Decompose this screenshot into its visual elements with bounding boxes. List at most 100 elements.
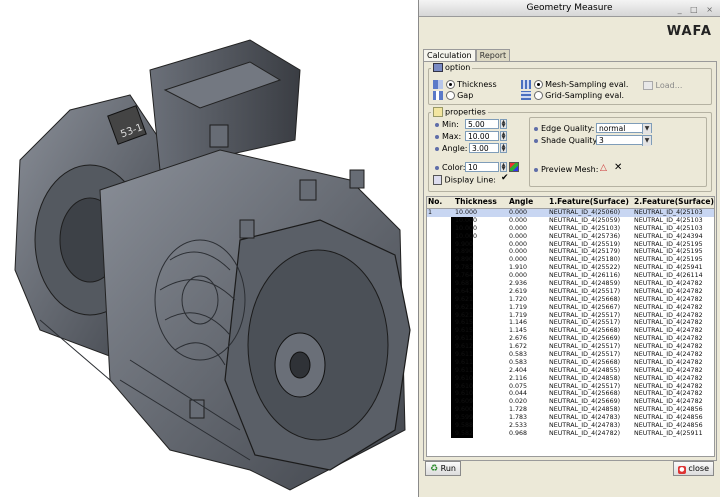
header-no[interactable]: No. bbox=[428, 197, 452, 206]
table-row[interactable]: 2 10.000 0.000 NEUTRAL_ID_4(25059) NEUTRAL_I… bbox=[427, 216, 714, 225]
max-spinner[interactable]: ▲ ▼ bbox=[500, 131, 507, 141]
cell-angle: 1.719 bbox=[509, 311, 528, 319]
table-row[interactable]: 28 9.588 2.533 NEUTRAL_ID_4(24783) NEUTRAL_I… bbox=[427, 422, 714, 430]
table-row[interactable]: 9 9.764 0.000 NEUTRAL_ID_4(26116) NEUTRAL_ID… bbox=[427, 272, 714, 281]
tab-report[interactable]: Report bbox=[475, 49, 511, 61]
chevron-down-icon[interactable]: ▼ bbox=[642, 124, 651, 134]
table-row[interactable]: 16 9.615 1.145 NEUTRAL_ID_4(25668) NEUTRAL_I… bbox=[427, 327, 714, 336]
header-feature1[interactable]: 1.Feature(Surface) bbox=[549, 197, 631, 206]
table-row[interactable]: 19 9.611 0.583 NEUTRAL_ID_4(25517) NEUTRAL_I… bbox=[427, 351, 714, 359]
edge-quality-select[interactable]: normal ▼ bbox=[596, 123, 652, 134]
thickness-option[interactable]: Thickness bbox=[433, 80, 497, 89]
cell-feature2: NEUTRAL_ID_4(24782 bbox=[634, 398, 703, 406]
cell-feature2: NEUTRAL_ID_4(24856 bbox=[634, 414, 703, 422]
header-thickness[interactable]: Thickness bbox=[455, 197, 505, 206]
angle-spinner[interactable]: ▲ ▼ bbox=[500, 143, 507, 153]
display-line-checkbox[interactable]: ✔ bbox=[501, 174, 510, 183]
cell-no: 16 bbox=[428, 327, 437, 335]
preview-mesh-icon[interactable]: △ bbox=[600, 163, 607, 173]
table-row[interactable]: 10 9.687 2.936 NEUTRAL_ID_4(24859) NEUTRAL_I… bbox=[427, 280, 714, 288]
color-spinner[interactable]: ▲ ▼ bbox=[500, 162, 507, 172]
table-row[interactable]: 26 9.600 1.728 NEUTRAL_ID_4(24858) NEUTRAL_I… bbox=[427, 406, 714, 415]
cad-viewport[interactable]: 53-1 bbox=[0, 0, 418, 497]
table-row[interactable]: 3 10.000 0.000 NEUTRAL_ID_4(25103) NEUTRAL_I… bbox=[427, 224, 714, 233]
table-row[interactable]: 22 9.610 2.116 NEUTRAL_ID_4(24858) NEUTRAL_I… bbox=[427, 374, 714, 383]
min-spinner[interactable]: ▲ ▼ bbox=[500, 119, 507, 129]
chevron-down-icon[interactable]: ▼ bbox=[642, 136, 651, 146]
header-feature2[interactable]: 2.Feature(Surface) bbox=[634, 197, 714, 206]
cell-feature1: NEUTRAL_ID_4(25517) bbox=[549, 382, 621, 390]
thickness-radio[interactable] bbox=[445, 80, 455, 89]
table-row[interactable]: 17 9.612 2.676 NEUTRAL_ID_4(25669) NEUTRAL_I… bbox=[427, 335, 714, 344]
cell-thickness: 9.612 bbox=[455, 335, 474, 343]
window-controls[interactable]: _ □ × bbox=[678, 2, 716, 18]
table-row[interactable]: 11 9.643 2.619 NEUTRAL_ID_4(25517) NEUTRAL_I… bbox=[427, 287, 714, 296]
header-angle[interactable]: Angle bbox=[509, 197, 549, 206]
cell-feature2: NEUTRAL_ID_4(25103 bbox=[634, 224, 703, 232]
cell-no: 10 bbox=[428, 280, 437, 288]
geometry-measure-dialog: Geometry Measure _ □ × WAFA Calculation R… bbox=[418, 0, 720, 497]
cell-feature1: NEUTRAL_ID_4(25517) bbox=[549, 319, 621, 327]
table-row[interactable]: 8 9.783 1.910 NEUTRAL_ID_4(25522) NEUTRAL_ID… bbox=[427, 264, 714, 273]
table-row[interactable]: 20 9.611 0.583 NEUTRAL_ID_4(25668) NEUTRAL_I… bbox=[427, 358, 714, 367]
dialog-titlebar[interactable]: Geometry Measure _ □ × bbox=[419, 0, 720, 17]
results-table[interactable]: No. Thickness Angle 1.Feature(Surface) 2… bbox=[426, 196, 715, 457]
cell-feature1: NEUTRAL_ID_4(25522) bbox=[549, 264, 621, 272]
table-row[interactable]: 21 9.611 2.404 NEUTRAL_ID_4(24855) NEUTRAL_I… bbox=[427, 366, 714, 375]
cell-no: 14 bbox=[428, 311, 437, 319]
cell-thickness: 9.615 bbox=[455, 319, 474, 327]
tab-calculation[interactable]: Calculation bbox=[423, 49, 476, 61]
run-button[interactable]: ♻ Run bbox=[425, 461, 461, 476]
table-row[interactable]: 14 9.621 1.719 NEUTRAL_ID_4(25517) NEUTRAL_I… bbox=[427, 311, 714, 320]
cell-feature1: NEUTRAL_ID_4(25519) bbox=[549, 240, 621, 248]
cell-feature1: NEUTRAL_ID_4(25517) bbox=[549, 311, 621, 319]
bullet-icon bbox=[435, 146, 439, 151]
cell-feature1: NEUTRAL_ID_4(25060) bbox=[549, 209, 621, 216]
option-title: option bbox=[431, 63, 473, 72]
properties-title: properties bbox=[431, 107, 488, 117]
cell-feature1: NEUTRAL_ID_4(25668) bbox=[549, 295, 621, 303]
gap-radio[interactable] bbox=[445, 91, 455, 100]
table-header: No. Thickness Angle 1.Feature(Surface) 2… bbox=[427, 197, 714, 209]
table-row[interactable]: 18 9.612 1.672 NEUTRAL_ID_4(25517) NEUTRAL_I… bbox=[427, 343, 714, 352]
table-row[interactable]: 23 9.610 0.075 NEUTRAL_ID_4(25517) NEUTRAL_I… bbox=[427, 382, 714, 391]
close-button[interactable]: ● close bbox=[672, 461, 714, 476]
table-row[interactable]: 5 9.900 0.000 NEUTRAL_ID_4(25519) NEUTRAL_ID… bbox=[427, 240, 714, 249]
table-row[interactable]: 6 9.890 0.000 NEUTRAL_ID_4(25179) NEUTRAL_ID… bbox=[427, 248, 714, 257]
mesh-sampling-radio[interactable] bbox=[533, 80, 543, 89]
table-row[interactable]: 1 10.000 0.000 NEUTRAL_ID_4(25060) NEUTRAL_I… bbox=[427, 209, 714, 217]
gap-option[interactable]: Gap bbox=[433, 91, 473, 100]
table-row[interactable]: 29 9.582 0.968 NEUTRAL_ID_4(24782) NEUTRAL_I… bbox=[427, 429, 714, 438]
cell-feature2: NEUTRAL_ID_4(24782 bbox=[634, 295, 703, 303]
cell-feature1: NEUTRAL_ID_4(24858) bbox=[549, 406, 621, 414]
cell-feature1: NEUTRAL_ID_4(25103) bbox=[549, 224, 621, 232]
color-input[interactable]: 10 bbox=[465, 162, 499, 172]
angle-label: Angle: bbox=[435, 144, 467, 153]
cell-feature2: NEUTRAL_ID_4(24782 bbox=[634, 351, 703, 359]
cell-angle: 1.145 bbox=[509, 327, 528, 335]
color-palette-icon[interactable] bbox=[509, 162, 519, 172]
min-input[interactable]: 5.00 bbox=[465, 119, 499, 129]
cell-angle: 0.968 bbox=[509, 429, 528, 437]
table-row[interactable]: 27 9.599 1.783 NEUTRAL_ID_4(24783) NEUTRAL_I… bbox=[427, 414, 714, 423]
cell-angle: 0.000 bbox=[509, 240, 528, 248]
grid-sampling-radio[interactable] bbox=[533, 91, 543, 100]
angle-input[interactable]: 3.00 bbox=[469, 143, 499, 153]
table-row[interactable]: 24 9.610 0.044 NEUTRAL_ID_4(25668) NEUTRAL_I… bbox=[427, 390, 714, 399]
cell-feature2: NEUTRAL_ID_4(25195 bbox=[634, 248, 703, 256]
mesh-sampling-option[interactable]: Mesh-Sampling eval. bbox=[521, 80, 628, 89]
grid-sampling-option[interactable]: Grid-Sampling eval. bbox=[521, 91, 624, 100]
table-row[interactable]: 7 9.890 0.000 NEUTRAL_ID_4(25180) NEUTRAL_ID… bbox=[427, 256, 714, 265]
table-row[interactable]: 4 10.000 0.000 NEUTRAL_ID_4(25736) NEUTRAL_I… bbox=[427, 232, 714, 241]
cell-thickness: 9.621 bbox=[455, 311, 474, 319]
table-row[interactable]: 15 9.615 1.146 NEUTRAL_ID_4(25517) NEUTRAL_I… bbox=[427, 319, 714, 328]
cell-no: 21 bbox=[428, 366, 437, 374]
max-input[interactable]: 10.00 bbox=[465, 131, 499, 141]
cell-thickness: 9.900 bbox=[455, 240, 474, 248]
load-button[interactable]: Load... bbox=[643, 81, 682, 90]
table-row[interactable]: 13 9.621 1.719 NEUTRAL_ID_4(25667) NEUTRAL_I… bbox=[427, 303, 714, 312]
shade-quality-select[interactable]: 3 ▼ bbox=[596, 135, 652, 146]
clear-mesh-icon[interactable]: ✕ bbox=[614, 162, 622, 173]
table-row[interactable]: 12 9.621 1.720 NEUTRAL_ID_4(25668) NEUTRAL_I… bbox=[427, 295, 714, 304]
table-row[interactable]: 25 9.609 0.020 NEUTRAL_ID_4(25669) NEUTRAL_I… bbox=[427, 398, 714, 407]
